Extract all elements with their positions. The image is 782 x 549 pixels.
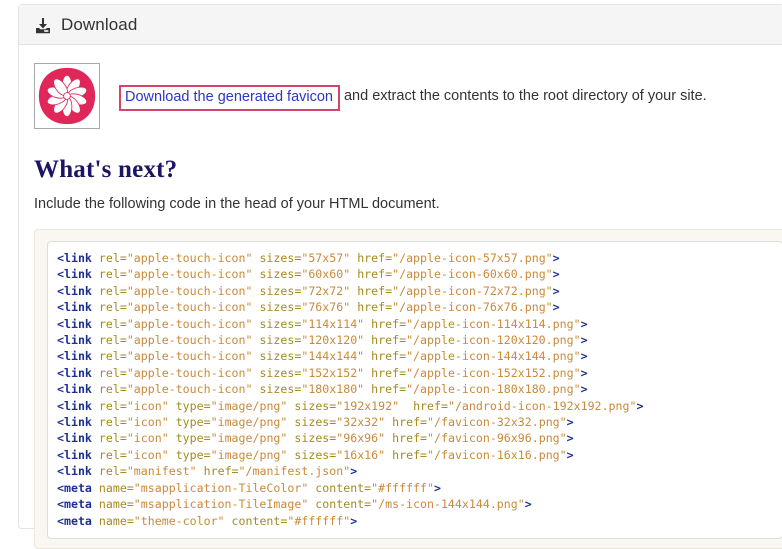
panel-body: Download the generated favicon and extrac… <box>19 45 782 549</box>
whats-next-heading: What's next? <box>34 156 178 183</box>
favicon-flower-icon <box>38 67 96 125</box>
favicon-download-row: Download the generated favicon and extrac… <box>34 63 768 129</box>
favicon-preview <box>34 63 100 129</box>
code-well: <link rel="apple-touch-icon" sizes="57x5… <box>34 229 782 549</box>
whats-next-description: Include the following code in the head o… <box>34 196 440 212</box>
download-panel: Download Download the generated favicon … <box>18 4 782 549</box>
download-instruction-tail: and extract the contents to the root dir… <box>343 88 707 104</box>
html-head-code[interactable]: <link rel="apple-touch-icon" sizes="57x5… <box>57 250 782 529</box>
download-favicon-link[interactable]: Download the generated favicon <box>125 89 333 105</box>
download-instruction: Download the generated favicon and extrac… <box>119 84 707 111</box>
download-link-highlight: Download the generated favicon <box>119 85 340 111</box>
code-snippet-box[interactable]: <link rel="apple-touch-icon" sizes="57x5… <box>47 241 782 539</box>
page-root: Download Download the generated favicon … <box>0 0 782 549</box>
download-icon <box>34 17 52 35</box>
panel-heading: Download <box>19 5 782 45</box>
panel-title: Download <box>61 14 138 34</box>
